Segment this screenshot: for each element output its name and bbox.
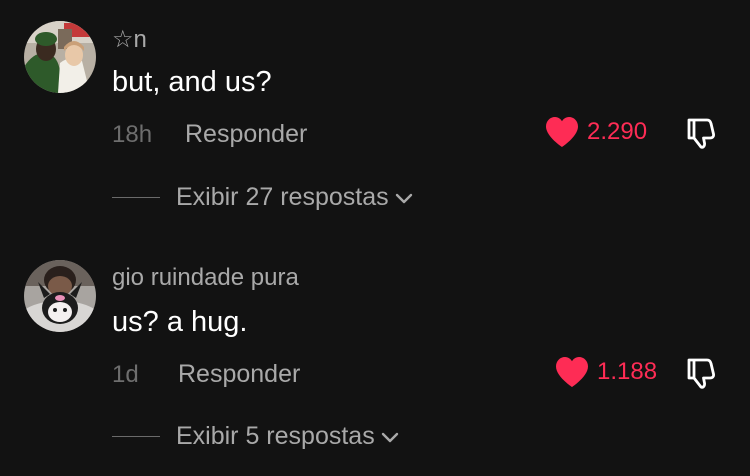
thumbs-down-icon xyxy=(687,358,715,389)
comment-timestamp: 1d xyxy=(112,361,139,388)
avatar[interactable] xyxy=(24,21,96,93)
replies-divider xyxy=(112,197,160,198)
comment-item: gio ruindade pura us? a hug. 1d Responde… xyxy=(0,240,750,476)
view-replies-label: Exibir 5 respostas xyxy=(176,422,375,450)
like-count: 2.290 xyxy=(587,118,648,145)
like-button[interactable]: 1.188 xyxy=(555,356,657,388)
thumbs-down-icon xyxy=(687,118,715,149)
view-replies-button[interactable]: Exibir 27 respostas xyxy=(112,183,414,212)
comment-username[interactable]: gio ruindade pura xyxy=(112,264,299,292)
heart-icon xyxy=(546,117,578,147)
like-button[interactable]: 2.290 xyxy=(545,116,647,148)
reply-button[interactable]: Responder xyxy=(185,120,307,149)
like-count: 1.188 xyxy=(597,358,658,385)
dislike-button[interactable] xyxy=(683,115,719,151)
comment-username[interactable]: ☆n xyxy=(112,25,147,54)
avatar[interactable] xyxy=(24,260,96,332)
replies-divider xyxy=(112,436,160,437)
comment-timestamp: 18h xyxy=(112,121,153,148)
dislike-button[interactable] xyxy=(683,355,719,391)
comment-text: us? a hug. xyxy=(112,306,248,338)
reply-button[interactable]: Responder xyxy=(178,360,300,389)
chevron-down-icon xyxy=(381,432,398,442)
view-replies-label: Exibir 27 respostas xyxy=(176,183,389,211)
heart-icon xyxy=(556,357,588,387)
chevron-down-icon xyxy=(395,193,412,203)
view-replies-button[interactable]: Exibir 5 respostas xyxy=(112,422,400,451)
comment-text: but, and us? xyxy=(112,66,272,98)
comment-item: ☆n but, and us? 18h Responder 2.290 Exib… xyxy=(0,0,750,240)
